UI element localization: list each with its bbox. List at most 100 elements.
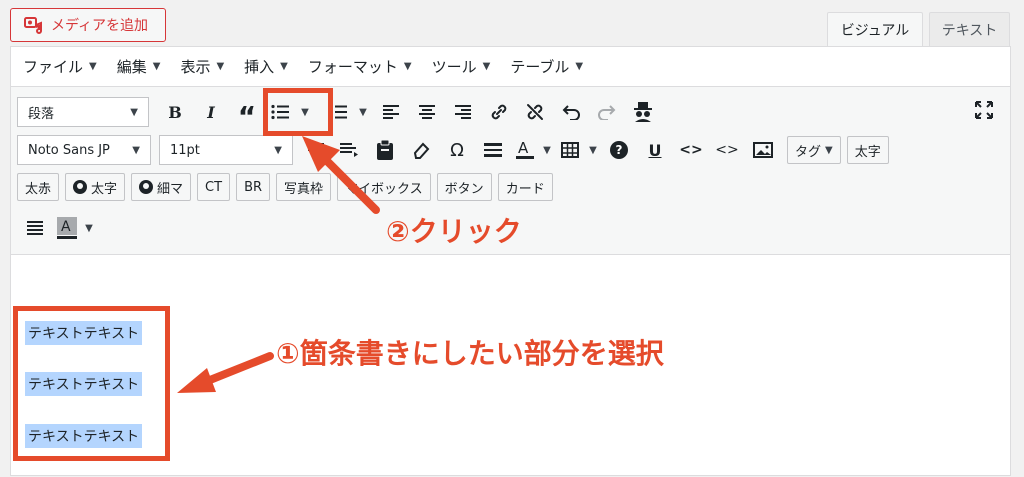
strikethrough-icon	[308, 143, 324, 151]
caret-down-icon: ▼	[403, 61, 412, 72]
caret-down-icon: ▼	[575, 61, 584, 72]
text-color-button[interactable]: A	[511, 135, 539, 165]
justify-button[interactable]	[17, 213, 53, 243]
italic-button[interactable]: I	[193, 97, 229, 127]
indent-button[interactable]	[331, 135, 367, 165]
add-media-label: メディアを追加	[51, 18, 149, 34]
html-code-button[interactable]: <>	[709, 135, 745, 165]
photo-frame-button[interactable]: 写真枠	[276, 173, 332, 201]
caret-down-icon: ▼	[89, 61, 97, 72]
table-dropdown[interactable]: ▼	[585, 135, 601, 165]
numbered-list-dropdown[interactable]: ▼	[353, 97, 373, 127]
caret-down-icon: ▼	[132, 144, 140, 156]
bullet-list-dropdown[interactable]: ▼	[295, 97, 315, 127]
align-left-icon	[383, 105, 399, 119]
svg-text:A: A	[61, 219, 71, 235]
caret-down-icon: ▼	[543, 144, 551, 156]
eraser-icon	[413, 142, 430, 159]
link-icon	[491, 104, 507, 120]
caret-down-icon: ▼	[130, 106, 138, 118]
horizontal-line-button[interactable]	[475, 135, 511, 165]
special-char-button[interactable]: Ω	[439, 135, 475, 165]
caret-down-icon: ▼	[280, 61, 288, 72]
card-button[interactable]: カード	[497, 173, 553, 201]
image-icon	[753, 142, 773, 158]
caret-down-icon: ▼	[359, 106, 367, 118]
menu-table[interactable]: テーブル ▼	[510, 56, 583, 77]
svg-text:3: 3	[329, 116, 332, 120]
unlink-button[interactable]	[517, 97, 553, 127]
format-select[interactable]: 段落 ▼	[17, 97, 149, 127]
menu-edit[interactable]: 編集 ▼	[117, 56, 161, 77]
ct-button[interactable]: CT	[197, 173, 231, 201]
indent-icon	[340, 143, 358, 157]
user-icon	[73, 180, 88, 194]
bold-text-button[interactable]: 太字	[846, 136, 889, 164]
caret-down-icon: ▼	[274, 144, 282, 156]
fullscreen-button[interactable]	[966, 95, 1002, 125]
caret-down-icon: ▼	[301, 106, 309, 118]
justify-icon	[27, 221, 43, 235]
numbered-list-icon: 1 2 3	[329, 105, 347, 120]
text-color-icon: A	[516, 140, 534, 159]
paragraph[interactable]: テキストテキスト	[25, 372, 143, 396]
unlink-icon	[527, 104, 543, 120]
button-shortcode-button[interactable]: ボタン	[436, 173, 492, 201]
spy-button[interactable]	[625, 97, 661, 127]
blockquote-button[interactable]: “	[229, 97, 265, 132]
help-button[interactable]: ?	[601, 135, 637, 165]
align-left-button[interactable]	[373, 97, 409, 127]
redo-button[interactable]	[589, 97, 625, 127]
tag-dropdown-button[interactable]: タグ ▼	[787, 136, 841, 164]
text-color-dropdown[interactable]: ▼	[539, 135, 555, 165]
tab-visual[interactable]: ビジュアル	[827, 12, 923, 47]
table-button[interactable]	[555, 135, 585, 165]
add-media-button[interactable]: メディアを追加	[10, 8, 166, 42]
caret-down-icon: ▼	[825, 144, 833, 156]
avatar-bold-button[interactable]: 太字	[65, 173, 126, 201]
strikethrough-button[interactable]	[301, 135, 331, 165]
fullscreen-icon	[975, 101, 993, 119]
avatar-thin-button[interactable]: 細マ	[131, 173, 192, 201]
paragraph[interactable]: テキストテキスト	[25, 321, 143, 345]
link-button[interactable]	[481, 97, 517, 127]
align-right-button[interactable]	[445, 97, 481, 127]
my-box-button[interactable]: マイボックス	[337, 173, 431, 201]
caret-down-icon: ▼	[482, 61, 491, 72]
horizontal-line-icon	[484, 143, 502, 157]
menu-file[interactable]: ファイル ▼	[23, 56, 97, 77]
annotation-step2: ②クリック	[386, 215, 522, 248]
menu-insert[interactable]: 挿入 ▼	[244, 56, 288, 77]
paragraph[interactable]: テキストテキスト	[25, 424, 143, 448]
menu-tools[interactable]: ツール ▼	[432, 56, 491, 77]
align-center-button[interactable]	[409, 97, 445, 127]
br-button[interactable]: BR	[236, 173, 271, 201]
underline-button[interactable]: U	[637, 135, 673, 165]
font-size-select[interactable]: 11pt ▼	[159, 135, 293, 165]
code-button[interactable]: <>	[673, 135, 709, 165]
tab-text[interactable]: テキスト	[929, 12, 1010, 47]
numbered-list-button[interactable]: 1 2 3	[323, 97, 353, 127]
background-color-button[interactable]: A	[53, 213, 81, 243]
menu-view[interactable]: 表示 ▼	[180, 56, 224, 77]
redo-icon	[598, 105, 616, 120]
editor-menubar: ファイル ▼ 編集 ▼ 表示 ▼ 挿入 ▼ フォーマット ▼ ツール ▼ テーブル ▼	[11, 47, 1010, 87]
clear-format-button[interactable]	[403, 135, 439, 165]
bold-red-button[interactable]: 太赤	[17, 173, 60, 201]
editor: ファイル ▼ 編集 ▼ 表示 ▼ 挿入 ▼ フォーマット ▼ ツール ▼ テーブル ▼ 段落 …	[10, 46, 1011, 476]
undo-button[interactable]	[553, 97, 589, 127]
background-color-dropdown[interactable]: ▼	[81, 213, 97, 243]
menu-format[interactable]: フォーマット ▼	[308, 56, 412, 77]
bullet-list-button[interactable]	[265, 97, 295, 127]
align-right-icon	[455, 105, 471, 119]
paste-text-button[interactable]	[367, 135, 403, 165]
caret-down-icon: ▼	[216, 61, 225, 72]
caret-down-icon: ▼	[85, 222, 93, 234]
image-button[interactable]	[745, 135, 781, 165]
caret-down-icon: ▼	[589, 144, 597, 156]
align-center-icon	[419, 105, 435, 119]
bold-button[interactable]: B	[157, 97, 193, 127]
undo-icon	[562, 105, 580, 120]
font-family-select[interactable]: Noto Sans JP ▼	[17, 135, 151, 165]
caret-down-icon: ▼	[152, 61, 161, 72]
